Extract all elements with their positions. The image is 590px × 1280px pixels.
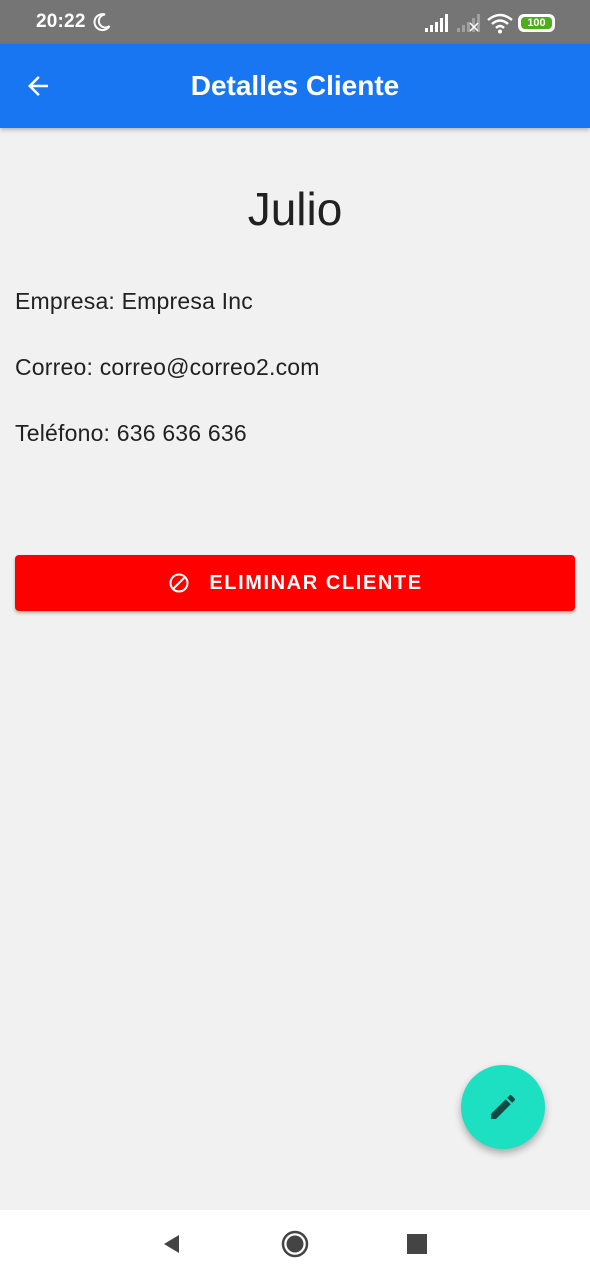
delete-client-button[interactable]: ELIMINAR CLIENTE [15,555,575,611]
battery-level: 100 [521,17,552,29]
status-bar: 20:22 100 [0,0,590,44]
detail-empresa: Empresa: Empresa Inc [15,288,253,315]
battery-indicator: 100 [518,14,555,32]
telefono-value: 636 636 636 [116,420,247,446]
detail-correo: Correo: correo@correo2.com [15,354,320,381]
moon-icon [93,13,111,32]
detail-telefono: Teléfono: 636 636 636 [15,420,247,447]
app-bar: Detalles Cliente [0,44,590,128]
nav-home-icon[interactable] [280,1229,310,1259]
empresa-value: Empresa Inc [121,288,253,314]
system-nav-bar [0,1210,590,1280]
signal-no-service-icon [457,14,480,32]
client-name: Julio [247,183,343,235]
delete-client-label: ELIMINAR CLIENTE [209,571,423,594]
pencil-icon [491,1094,516,1119]
status-time: 20:22 [36,11,86,32]
signal-icon [425,14,448,32]
edit-fab-button[interactable] [461,1065,545,1149]
nav-back-icon[interactable] [158,1230,186,1258]
block-icon [169,573,189,593]
page-title: Detalles Cliente [190,70,400,101]
wifi-icon [487,13,513,34]
correo-label: Correo: [15,354,94,380]
empresa-label: Empresa: [15,288,116,314]
correo-value: correo@correo2.com [99,354,320,380]
nav-recents-icon[interactable] [405,1232,429,1256]
telefono-label: Teléfono: [15,420,111,446]
